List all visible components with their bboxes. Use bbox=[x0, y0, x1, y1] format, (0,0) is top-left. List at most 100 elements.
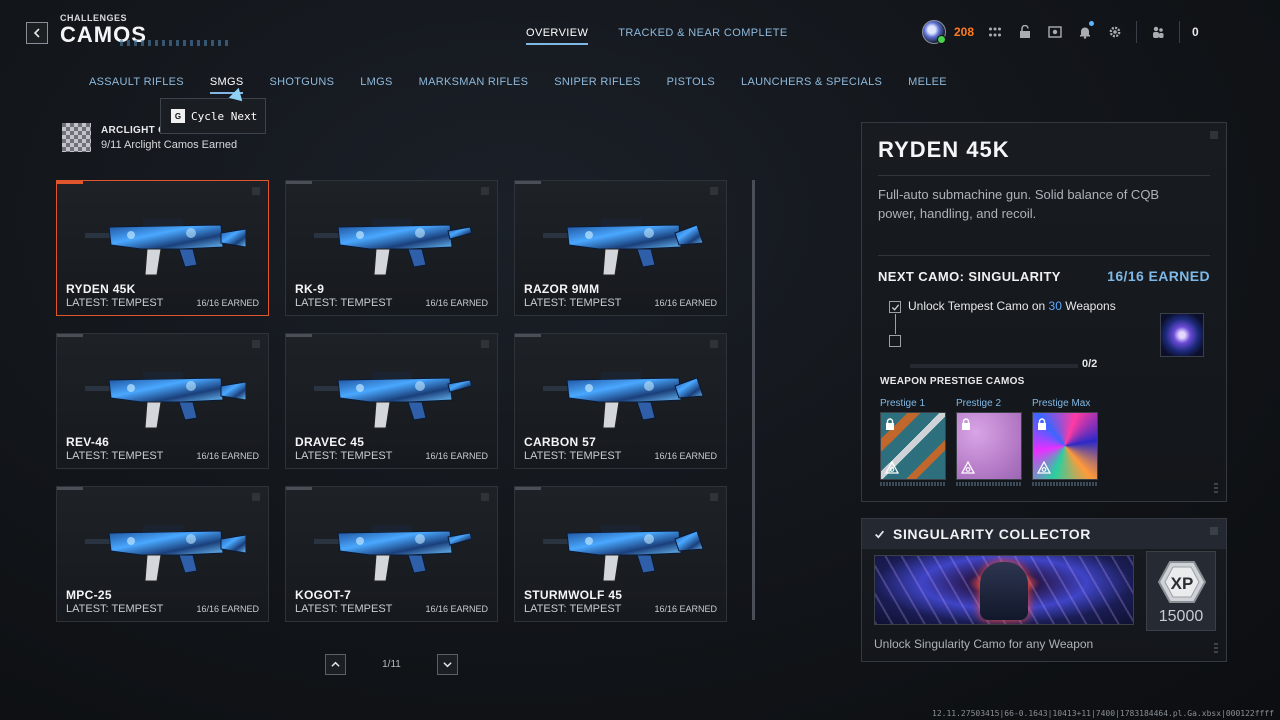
collector-description: Unlock Singularity Camo for any Weapon bbox=[874, 637, 1094, 651]
tab-marksman-rifles[interactable]: MARKSMAN RIFLES bbox=[419, 76, 529, 94]
detail-divider bbox=[878, 175, 1210, 176]
collector-title: SINGULARITY COLLECTOR bbox=[893, 526, 1091, 542]
grid-scrollbar[interactable] bbox=[752, 180, 755, 620]
avatar-icon[interactable] bbox=[922, 20, 946, 44]
next-camo-label: NEXT CAMO: SINGULARITY bbox=[878, 269, 1061, 284]
tab-pistols[interactable]: PISTOLS bbox=[667, 76, 715, 94]
cycle-next-tooltip: G Cycle Next bbox=[160, 98, 266, 134]
unlock-icon[interactable] bbox=[1016, 23, 1034, 41]
card-corner-accent bbox=[286, 487, 312, 490]
tab-lmgs[interactable]: LMGS bbox=[360, 76, 392, 94]
party-icon[interactable] bbox=[1149, 23, 1167, 41]
build-info: 12.11.27503415|66-0.1643|10413+11|7400|1… bbox=[932, 709, 1274, 718]
prestige-camo-swatch bbox=[1032, 412, 1098, 480]
tab-assault-rifles[interactable]: ASSAULT RIFLES bbox=[89, 76, 184, 94]
weapon-camos-earned: 16/16 EARNED bbox=[654, 298, 717, 308]
status-bar: 208 0 bbox=[922, 20, 1199, 44]
weapon-card[interactable]: REV-46 LATEST: TEMPEST 16/16 EARNED bbox=[56, 333, 269, 469]
weapon-card[interactable]: DRAVEC 45 LATEST: TEMPEST 16/16 EARNED bbox=[285, 333, 498, 469]
challenge-checkbox-done bbox=[889, 301, 901, 313]
gear-icon[interactable] bbox=[1106, 23, 1124, 41]
card-corner-accent bbox=[57, 181, 83, 184]
social-icon[interactable] bbox=[1046, 23, 1064, 41]
card-corner-badge bbox=[710, 340, 718, 348]
page-up-button[interactable] bbox=[325, 654, 346, 675]
card-corner-badge bbox=[481, 340, 489, 348]
grid-menu-icon[interactable] bbox=[986, 23, 1004, 41]
weapon-card[interactable]: RAZOR 9MM LATEST: TEMPEST 16/16 EARNED bbox=[514, 180, 727, 316]
weapon-name: CARBON 57 bbox=[524, 435, 597, 449]
weapon-image bbox=[314, 219, 473, 276]
challenge-progress-text: 0/2 bbox=[1082, 358, 1098, 370]
scrollbar-thumb[interactable] bbox=[752, 180, 755, 620]
weapon-latest-camo: LATEST: TEMPEST bbox=[524, 297, 622, 309]
status-divider bbox=[1179, 21, 1181, 43]
prestige-label: Prestige Max bbox=[1032, 398, 1091, 409]
prestige-icon bbox=[884, 460, 900, 475]
chevron-down-icon bbox=[443, 662, 452, 668]
collector-reward-art bbox=[874, 555, 1134, 625]
weapon-card[interactable]: MPC-25 LATEST: TEMPEST 16/16 EARNED bbox=[56, 486, 269, 622]
bell-icon[interactable] bbox=[1076, 21, 1095, 41]
tab-shotguns[interactable]: SHOTGUNS bbox=[269, 76, 334, 94]
key-hint-icon: G bbox=[171, 109, 185, 123]
weapon-camos-earned: 16/16 EARNED bbox=[654, 604, 717, 614]
weapon-latest-camo: LATEST: TEMPEST bbox=[295, 450, 393, 462]
weapon-name: KOGOT-7 bbox=[295, 588, 352, 602]
lock-icon bbox=[1037, 417, 1047, 430]
weapon-card[interactable]: KOGOT-7 LATEST: TEMPEST 16/16 EARNED bbox=[285, 486, 498, 622]
panel-corner-badge bbox=[1210, 527, 1218, 535]
card-corner-badge bbox=[481, 493, 489, 501]
tab-sniper-rifles[interactable]: SNIPER RIFLES bbox=[554, 76, 640, 94]
card-corner-badge bbox=[710, 187, 718, 195]
page-down-button[interactable] bbox=[437, 654, 458, 675]
singularity-collector-panel[interactable]: SINGULARITY COLLECTOR XP 15000 Unlock Si… bbox=[861, 518, 1227, 662]
prestige-icon bbox=[960, 460, 976, 475]
xp-icon: XP bbox=[1157, 561, 1207, 603]
weapon-image bbox=[314, 372, 473, 429]
prestige-camo-2[interactable]: Prestige 2 bbox=[956, 398, 1022, 486]
challenge-checkbox-pending bbox=[889, 335, 901, 347]
status-divider bbox=[1136, 21, 1138, 43]
prestige-progress bbox=[956, 482, 1022, 486]
party-count: 0 bbox=[1192, 25, 1199, 39]
weapon-latest-camo: LATEST: TEMPEST bbox=[295, 603, 393, 615]
arclight-subtitle: 9/11 Arclight Camos Earned bbox=[101, 138, 238, 151]
weapon-camos-earned: 16/16 EARNED bbox=[196, 604, 259, 614]
title-decoration bbox=[120, 40, 230, 46]
pager: 1/11 bbox=[325, 654, 458, 675]
svg-text:XP: XP bbox=[1171, 574, 1194, 593]
weapon-grid: RYDEN 45K LATEST: TEMPEST 16/16 EARNED RK-9… bbox=[56, 180, 727, 622]
challenge-connector bbox=[895, 314, 896, 334]
weapon-card[interactable]: RK-9 LATEST: TEMPEST 16/16 EARNED bbox=[285, 180, 498, 316]
prestige-camo-max[interactable]: Prestige Max bbox=[1032, 398, 1098, 486]
card-corner-badge bbox=[710, 493, 718, 501]
tab-overview[interactable]: OVERVIEW bbox=[526, 27, 589, 45]
prestige-camos-title: WEAPON PRESTIGE CAMOS bbox=[880, 376, 1025, 387]
weapon-name: MPC-25 bbox=[66, 588, 112, 602]
weapon-camos-earned: 16/16 EARNED bbox=[425, 298, 488, 308]
weapon-card[interactable]: CARBON 57 LATEST: TEMPEST 16/16 EARNED bbox=[514, 333, 727, 469]
category-tabs: ASSAULT RIFLES SMGS SHOTGUNS LMGS MARKSM… bbox=[89, 76, 947, 94]
weapon-latest-camo: LATEST: TEMPEST bbox=[66, 297, 164, 309]
weapon-image bbox=[85, 525, 246, 582]
weapon-camos-earned: 16/16 EARNED bbox=[654, 451, 717, 461]
prestige-icon bbox=[1036, 460, 1052, 475]
player-level: 208 bbox=[954, 25, 975, 39]
prestige-progress bbox=[880, 482, 946, 486]
singularity-camo-thumbnail[interactable] bbox=[1160, 313, 1204, 357]
card-corner-accent bbox=[515, 334, 541, 337]
prestige-camo-swatch bbox=[956, 412, 1022, 480]
tab-melee[interactable]: MELEE bbox=[908, 76, 947, 94]
weapon-card[interactable]: RYDEN 45K LATEST: TEMPEST 16/16 EARNED bbox=[56, 180, 269, 316]
prestige-camo-1[interactable]: Prestige 1 bbox=[880, 398, 946, 486]
tab-launchers-specials[interactable]: LAUNCHERS & SPECIALS bbox=[741, 76, 882, 94]
weapon-card[interactable]: STURMWOLF 45 LATEST: TEMPEST 16/16 EARNED bbox=[514, 486, 727, 622]
tab-tracked-near-complete[interactable]: TRACKED & NEAR COMPLETE bbox=[618, 27, 787, 45]
panel-grip-icon bbox=[1214, 483, 1218, 493]
weapon-camos-earned: 16/16 EARNED bbox=[425, 451, 488, 461]
back-button[interactable] bbox=[26, 22, 48, 44]
card-corner-accent bbox=[515, 487, 541, 490]
weapon-camos-earned: 16/16 EARNED bbox=[196, 298, 259, 308]
prestige-label: Prestige 1 bbox=[880, 398, 926, 409]
